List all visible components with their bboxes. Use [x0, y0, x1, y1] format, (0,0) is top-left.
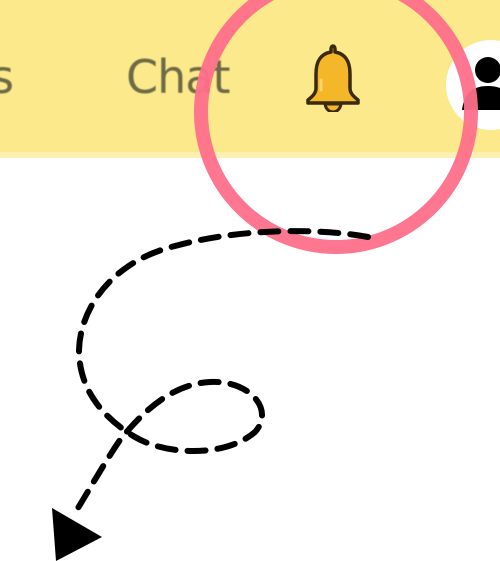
- bell-icon[interactable]: [300, 40, 366, 114]
- screenshot-stage: ings Chat: [0, 0, 500, 561]
- dashed-arrow-path: [75, 228, 371, 511]
- nav-item-chat[interactable]: Chat: [126, 50, 230, 104]
- nav-item-settings[interactable]: ings: [0, 50, 14, 104]
- person-icon: [447, 41, 500, 129]
- arrow-head: [52, 508, 102, 561]
- top-navigation-bar: ings Chat: [0, 0, 500, 152]
- user-avatar-icon[interactable]: [446, 40, 500, 130]
- bell-icon-graphic: [306, 44, 360, 114]
